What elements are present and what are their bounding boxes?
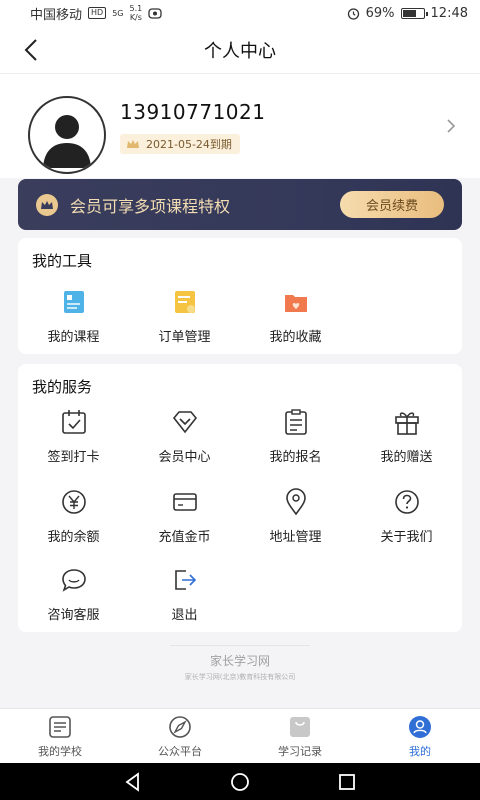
hd-badge: HD [88, 7, 107, 19]
back-arrow-icon[interactable] [18, 36, 46, 64]
user-icon [409, 716, 431, 738]
carrier-name: 中国移动 [30, 7, 83, 23]
clock: 12:48 [430, 5, 468, 21]
service-recharge[interactable]: 充值金币 [129, 486, 240, 552]
clipboard-icon [280, 406, 312, 438]
battery-percent: 69% [365, 5, 395, 21]
service-label: 退出 [171, 608, 198, 623]
tab-label: 我的 [409, 745, 431, 758]
compass-icon [169, 716, 191, 738]
tool-my-courses[interactable]: 我的课程 [18, 286, 129, 352]
vip-renew-button[interactable]: 会员续费 [340, 191, 444, 218]
user-phone: 13910771021 [120, 100, 266, 124]
avatar-silhouette-icon [43, 115, 91, 168]
notification-icon [148, 8, 162, 19]
tool-orders[interactable]: 订单管理 [129, 286, 240, 352]
school-icon [49, 716, 71, 738]
bag-icon [290, 717, 310, 737]
card-icon [169, 486, 201, 518]
tab-study-record[interactable]: 学习记录 [240, 709, 360, 763]
tab-public-platform[interactable]: 公众平台 [120, 709, 240, 763]
footer-logo-subtitle: 家长学习网(北京)教育科技有限公司 [184, 673, 296, 681]
vip-expiry-text: 2021-05-24到期 [146, 138, 232, 151]
tool-favorites[interactable]: 我的收藏 [240, 286, 351, 352]
question-icon [391, 486, 423, 518]
speed-unit: K/s [129, 13, 142, 22]
service-label: 地址管理 [269, 530, 322, 545]
services-card: 我的服务 签到打卡 会员中心 我的报名 我的赠送 我的余额 充值金币 地址管理 … [18, 364, 462, 632]
home-circle-icon[interactable] [229, 771, 251, 793]
tool-label: 我的收藏 [269, 330, 322, 345]
service-label: 我的余额 [47, 530, 100, 545]
footer-logo-title: 家长学习网 [209, 654, 270, 668]
services-title: 我的服务 [32, 378, 93, 396]
page-title: 个人中心 [204, 40, 276, 62]
profile-section[interactable]: 13910771021 2021-05-24到期 [0, 74, 480, 178]
alarm-icon [347, 7, 359, 20]
service-member-center[interactable]: 会员中心 [129, 406, 240, 472]
vip-crown-icon [36, 193, 58, 216]
service-label: 关于我们 [380, 530, 433, 545]
service-logout[interactable]: 退出 [129, 564, 240, 630]
tab-label: 我的学校 [38, 745, 82, 758]
battery-icon [400, 7, 428, 19]
vip-expiry-badge: 2021-05-24到期 [120, 134, 240, 154]
service-address[interactable]: 地址管理 [240, 486, 351, 552]
tab-mine[interactable]: 我的 [360, 709, 480, 763]
yen-icon [58, 486, 90, 518]
service-gifts[interactable]: 我的赠送 [351, 406, 462, 472]
tools-card: 我的工具 我的课程 订单管理 我的收藏 [18, 238, 462, 354]
favorite-folder-icon [280, 286, 312, 318]
tab-label: 学习记录 [278, 745, 322, 758]
recent-apps-icon[interactable] [336, 771, 358, 793]
service-label: 我的赠送 [380, 450, 433, 465]
footer-logo: 家长学习网 家长学习网(北京)教育科技有限公司 [170, 645, 310, 685]
nav-bar: 个人中心 [0, 26, 480, 74]
chevron-right-icon[interactable] [444, 118, 458, 134]
service-checkin[interactable]: 签到打卡 [18, 406, 129, 472]
avatar[interactable] [28, 96, 106, 174]
service-registration[interactable]: 我的报名 [240, 406, 351, 472]
battery-fill [402, 9, 417, 17]
crown-icon [127, 140, 139, 148]
status-left: 中国移动 HD 5G 5.1 K/s [30, 4, 162, 23]
tool-label: 我的课程 [47, 330, 100, 345]
location-icon [280, 486, 312, 518]
tab-my-school[interactable]: 我的学校 [0, 709, 120, 763]
back-triangle-icon[interactable] [122, 771, 144, 793]
course-icon [58, 286, 90, 318]
status-bar: 中国移动 HD 5G 5.1 K/s 69% 12:48 [0, 0, 480, 26]
vip-banner[interactable]: 会员可享多项课程特权 会员续费 [18, 179, 462, 230]
tools-title: 我的工具 [32, 252, 93, 270]
diamond-icon [169, 406, 201, 438]
service-label: 咨询客服 [47, 608, 100, 623]
speed-value: 5.1 [129, 4, 143, 13]
network-speed: 5.1 K/s [130, 4, 143, 22]
service-about[interactable]: 关于我们 [351, 486, 462, 552]
order-icon [169, 286, 201, 318]
service-support[interactable]: 咨询客服 [18, 564, 129, 630]
vip-banner-text: 会员可享多项课程特权 [70, 196, 231, 216]
system-navigation-bar [0, 763, 480, 800]
service-balance[interactable]: 我的余额 [18, 486, 129, 552]
status-right: 69% 12:48 [347, 6, 468, 21]
tool-label: 订单管理 [158, 330, 211, 345]
service-label: 我的报名 [269, 450, 322, 465]
service-label: 会员中心 [158, 450, 211, 465]
logout-icon [169, 564, 201, 596]
service-label: 签到打卡 [47, 450, 100, 465]
chat-icon [58, 564, 90, 596]
signal-indicator: 5G [112, 8, 124, 18]
tab-label: 公众平台 [158, 745, 202, 758]
calendar-check-icon [58, 406, 90, 438]
service-label: 充值金币 [158, 530, 211, 545]
gift-icon [391, 406, 423, 438]
tab-bar: 我的学校 公众平台 学习记录 我的 [0, 708, 480, 763]
